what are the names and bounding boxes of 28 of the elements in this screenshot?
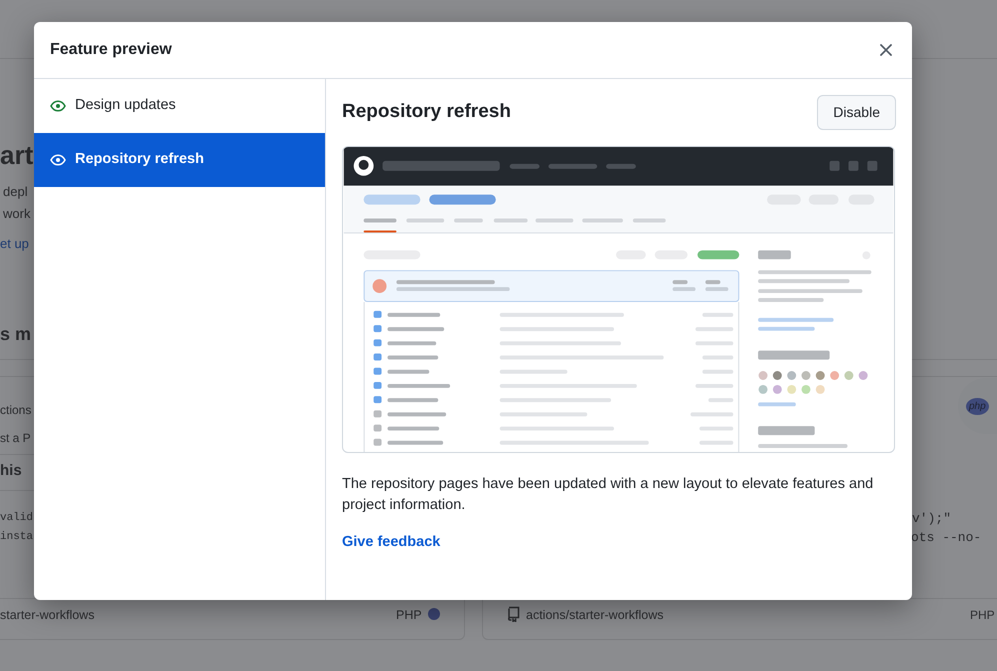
feedback-link[interactable]: Give feedback [342,532,440,554]
close-icon [880,44,892,56]
language-label: PHP [970,607,995,624]
repo-name: actions/starter-workflows [526,607,664,624]
setup-link[interactable]: et up [0,234,29,254]
dialog-title: Feature preview [50,40,172,60]
disable-button[interactable]: Disable [817,95,896,130]
feature-title: Repository refresh [342,101,511,124]
page-heading: art [0,139,34,172]
intro-text: depl [3,183,28,201]
code-line: insta [0,530,34,545]
repo-icon [507,606,521,622]
language-label: PHP [396,607,422,624]
code-line: valid [0,511,34,526]
intro-text: work [3,205,30,223]
repo-name: starter-workflows [0,607,94,624]
section-title: s m [0,323,32,346]
eye-icon [50,98,66,114]
language-dot [428,608,440,620]
feature-item[interactable]: Repository refresh [34,133,325,187]
eye-icon [50,152,66,168]
feature-description: The repository pages have been updated with a new layout to elevate features and project information. [342,475,874,515]
code-line: v');" [912,510,952,528]
code-line: ots --no- [911,529,982,547]
card-text: ctions [0,402,32,419]
card-text: st a P [0,430,31,447]
card-subtitle: his [0,461,22,481]
logo-text: php [966,398,989,414]
